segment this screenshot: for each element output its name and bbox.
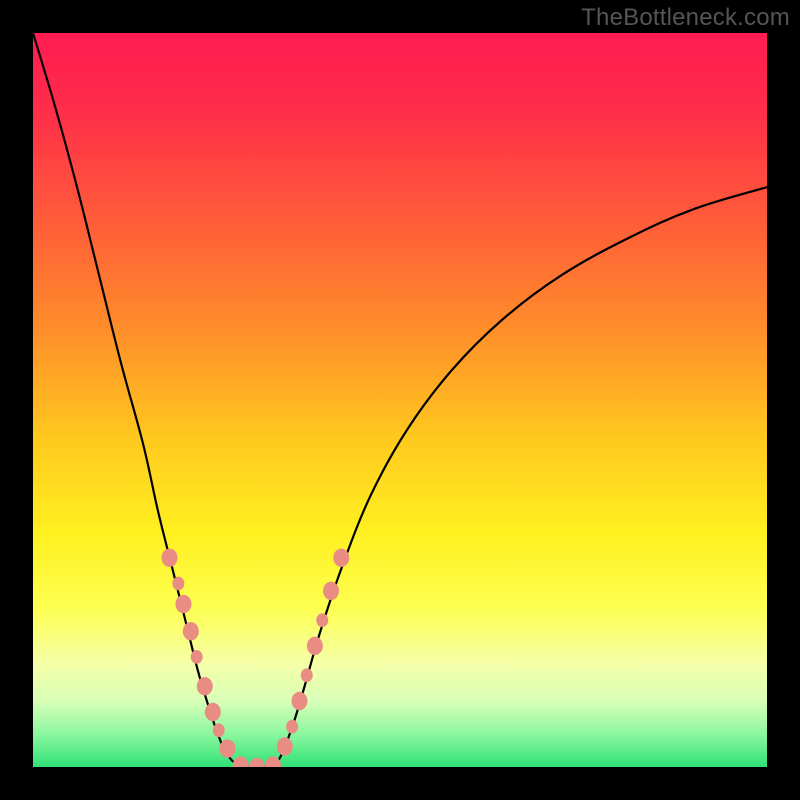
marker-point	[213, 723, 225, 737]
chart-curves	[33, 33, 767, 767]
marker-point	[323, 582, 339, 600]
marker-point	[333, 549, 349, 567]
marker-point	[277, 737, 293, 755]
marker-point	[316, 613, 328, 627]
marker-point	[220, 739, 236, 757]
marker-point	[286, 720, 298, 734]
watermark-text: TheBottleneck.com	[581, 4, 790, 32]
bottleneck-curve	[33, 33, 767, 767]
marker-point	[233, 756, 249, 767]
chart-frame: TheBottleneck.com	[0, 0, 800, 800]
marker-point	[307, 637, 323, 655]
marker-point	[197, 677, 213, 695]
marker-point	[249, 758, 265, 767]
marker-point	[291, 692, 307, 710]
plot-area	[33, 33, 767, 767]
marker-point	[205, 703, 221, 721]
marker-point	[172, 577, 184, 591]
marker-point	[301, 668, 313, 682]
marker-point	[191, 650, 203, 664]
marker-point	[175, 595, 191, 613]
curve-markers	[162, 549, 350, 767]
marker-point	[162, 549, 178, 567]
marker-point	[183, 622, 199, 640]
